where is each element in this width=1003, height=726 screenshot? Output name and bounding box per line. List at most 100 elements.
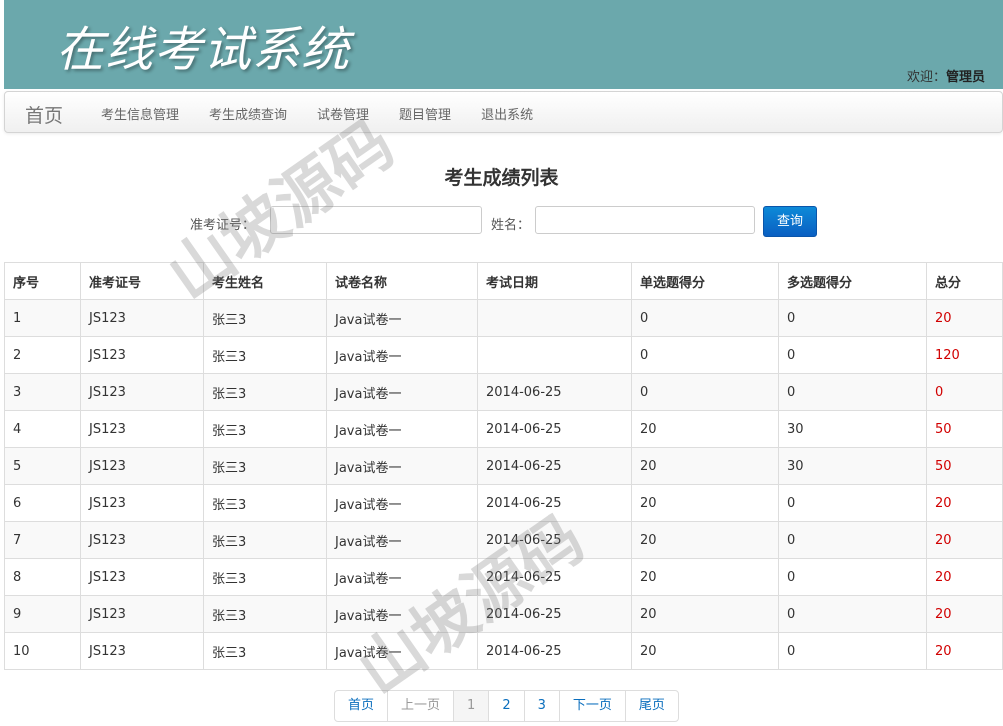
cell-paper-name: Java试卷一 [326, 484, 478, 522]
cell-exam-id: JS123 [80, 632, 204, 670]
col-header-index: 序号 [4, 262, 81, 300]
table-row: 2 JS123 张三3 Java试卷一 0 0 120 [4, 336, 1003, 374]
cell-student-name: 张三3 [203, 447, 327, 485]
nav-links: 考生信息管理 考生成绩查询 试卷管理 题目管理 退出系统 [101, 104, 563, 123]
cell-student-name: 张三3 [203, 336, 327, 374]
cell-total: 20 [926, 595, 1003, 633]
cell-index: 5 [4, 447, 81, 485]
app-logo: 在线考试系统 [56, 22, 351, 78]
table-row: 10 JS123 张三3 Java试卷一 2014-06-25 20 0 20 [4, 632, 1003, 670]
score-table: 序号 准考证号 考生姓名 试卷名称 考试日期 单选题得分 多选题得分 总分 1J… [4, 262, 1003, 670]
cell-exam-date [477, 299, 632, 337]
cell-exam-id: JS123 [80, 336, 204, 374]
cell-total: 0 [926, 373, 1003, 411]
cell-exam-id: JS123 [80, 521, 204, 559]
cell-exam-date: 2014-06-25 [477, 558, 632, 596]
cell-exam-id: JS123 [80, 558, 204, 596]
table-row: 4 JS123 张三3 Java试卷一 2014-06-25 20 30 50 [4, 410, 1003, 448]
page-1-link[interactable]: 1 [453, 691, 489, 721]
cell-paper-name: Java试卷一 [326, 373, 478, 411]
cell-index: 2 [4, 336, 81, 374]
current-username: 管理员 [945, 70, 985, 85]
nav-item-question-manage[interactable]: 题目管理 [399, 104, 451, 123]
page-3-link[interactable]: 3 [523, 691, 559, 721]
nav-item-logout[interactable]: 退出系统 [481, 104, 533, 123]
cell-single-score: 0 [631, 299, 779, 337]
cell-exam-id: JS123 [80, 447, 204, 485]
col-header-student-name: 考生姓名 [203, 262, 327, 300]
cell-multi-score: 0 [778, 336, 927, 374]
cell-student-name: 张三3 [203, 595, 327, 633]
cell-index: 3 [4, 373, 81, 411]
cell-multi-score: 0 [778, 595, 927, 633]
page-first-link[interactable]: 首页 [335, 691, 387, 721]
exam-id-input[interactable] [270, 206, 482, 234]
cell-paper-name: Java试卷一 [326, 558, 478, 596]
top-navbar: 首页 考生信息管理 考生成绩查询 试卷管理 题目管理 退出系统 [4, 91, 1003, 133]
cell-single-score: 0 [631, 373, 779, 411]
cell-total: 50 [926, 410, 1003, 448]
page-next-link[interactable]: 下一页 [558, 691, 625, 721]
cell-student-name: 张三3 [203, 632, 327, 670]
cell-exam-id: JS123 [80, 373, 204, 411]
cell-total: 20 [926, 484, 1003, 522]
cell-exam-date [477, 336, 632, 374]
nav-item-score-query[interactable]: 考生成绩查询 [209, 104, 287, 123]
cell-paper-name: Java试卷一 [326, 632, 478, 670]
page-2-link[interactable]: 2 [488, 691, 523, 721]
cell-single-score: 20 [631, 632, 779, 670]
table-header-row: 序号 准考证号 考生姓名 试卷名称 考试日期 单选题得分 多选题得分 总分 [4, 262, 1003, 300]
cell-paper-name: Java试卷一 [326, 521, 478, 559]
table-row: 6 JS123 张三3 Java试卷一 2014-06-25 20 0 20 [4, 484, 1003, 522]
cell-student-name: 张三3 [203, 299, 327, 337]
cell-multi-score: 0 [778, 558, 927, 596]
query-button[interactable]: 查询 [763, 206, 817, 237]
nav-item-student-info[interactable]: 考生信息管理 [101, 104, 179, 123]
col-header-total: 总分 [926, 262, 1003, 300]
table-row: 8 JS123 张三3 Java试卷一 2014-06-25 20 0 20 [4, 558, 1003, 596]
cell-exam-id: JS123 [80, 595, 204, 633]
cell-total: 20 [926, 521, 1003, 559]
cell-total: 50 [926, 447, 1003, 485]
cell-exam-date: 2014-06-25 [477, 410, 632, 448]
table-row: 3 JS123 张三3 Java试卷一 2014-06-25 0 0 0 [4, 373, 1003, 411]
cell-exam-date: 2014-06-25 [477, 595, 632, 633]
col-header-paper-name: 试卷名称 [326, 262, 478, 300]
cell-index: 6 [4, 484, 81, 522]
cell-single-score: 0 [631, 336, 779, 374]
cell-single-score: 20 [631, 447, 779, 485]
cell-paper-name: Java试卷一 [326, 299, 478, 337]
cell-index: 10 [4, 632, 81, 670]
cell-multi-score: 0 [778, 373, 927, 411]
cell-total: 120 [926, 336, 1003, 374]
cell-single-score: 20 [631, 521, 779, 559]
app-header: 在线考试系统 欢迎：管理员 [4, 0, 1003, 89]
page-title: 考生成绩列表 [444, 167, 559, 189]
exam-id-label: 准考证号： [190, 218, 256, 233]
cell-paper-name: Java试卷一 [326, 336, 478, 374]
cell-student-name: 张三3 [203, 373, 327, 411]
cell-index: 9 [4, 595, 81, 633]
cell-multi-score: 0 [778, 299, 927, 337]
name-input[interactable] [535, 206, 755, 234]
table-row: 7 JS123 张三3 Java试卷一 2014-06-25 20 0 20 [4, 521, 1003, 559]
cell-exam-id: JS123 [80, 410, 204, 448]
table-row: 9 JS123 张三3 Java试卷一 2014-06-25 20 0 20 [4, 595, 1003, 633]
cell-exam-id: JS123 [80, 299, 204, 337]
col-header-multi-score: 多选题得分 [778, 262, 927, 300]
pagination: 首页 上一页 1 2 3 下一页 尾页 [334, 690, 679, 722]
page-prev-link[interactable]: 上一页 [387, 691, 453, 721]
cell-total: 20 [926, 558, 1003, 596]
nav-item-paper-manage[interactable]: 试卷管理 [317, 104, 369, 123]
col-header-exam-date: 考试日期 [477, 262, 632, 300]
cell-student-name: 张三3 [203, 484, 327, 522]
cell-exam-date: 2014-06-25 [477, 521, 632, 559]
cell-multi-score: 30 [778, 410, 927, 448]
name-label: 姓名： [491, 218, 531, 233]
cell-multi-score: 30 [778, 447, 927, 485]
cell-index: 4 [4, 410, 81, 448]
cell-student-name: 张三3 [203, 521, 327, 559]
page-last-link[interactable]: 尾页 [624, 691, 678, 721]
cell-single-score: 20 [631, 484, 779, 522]
nav-home-brand[interactable]: 首页 [25, 101, 63, 128]
